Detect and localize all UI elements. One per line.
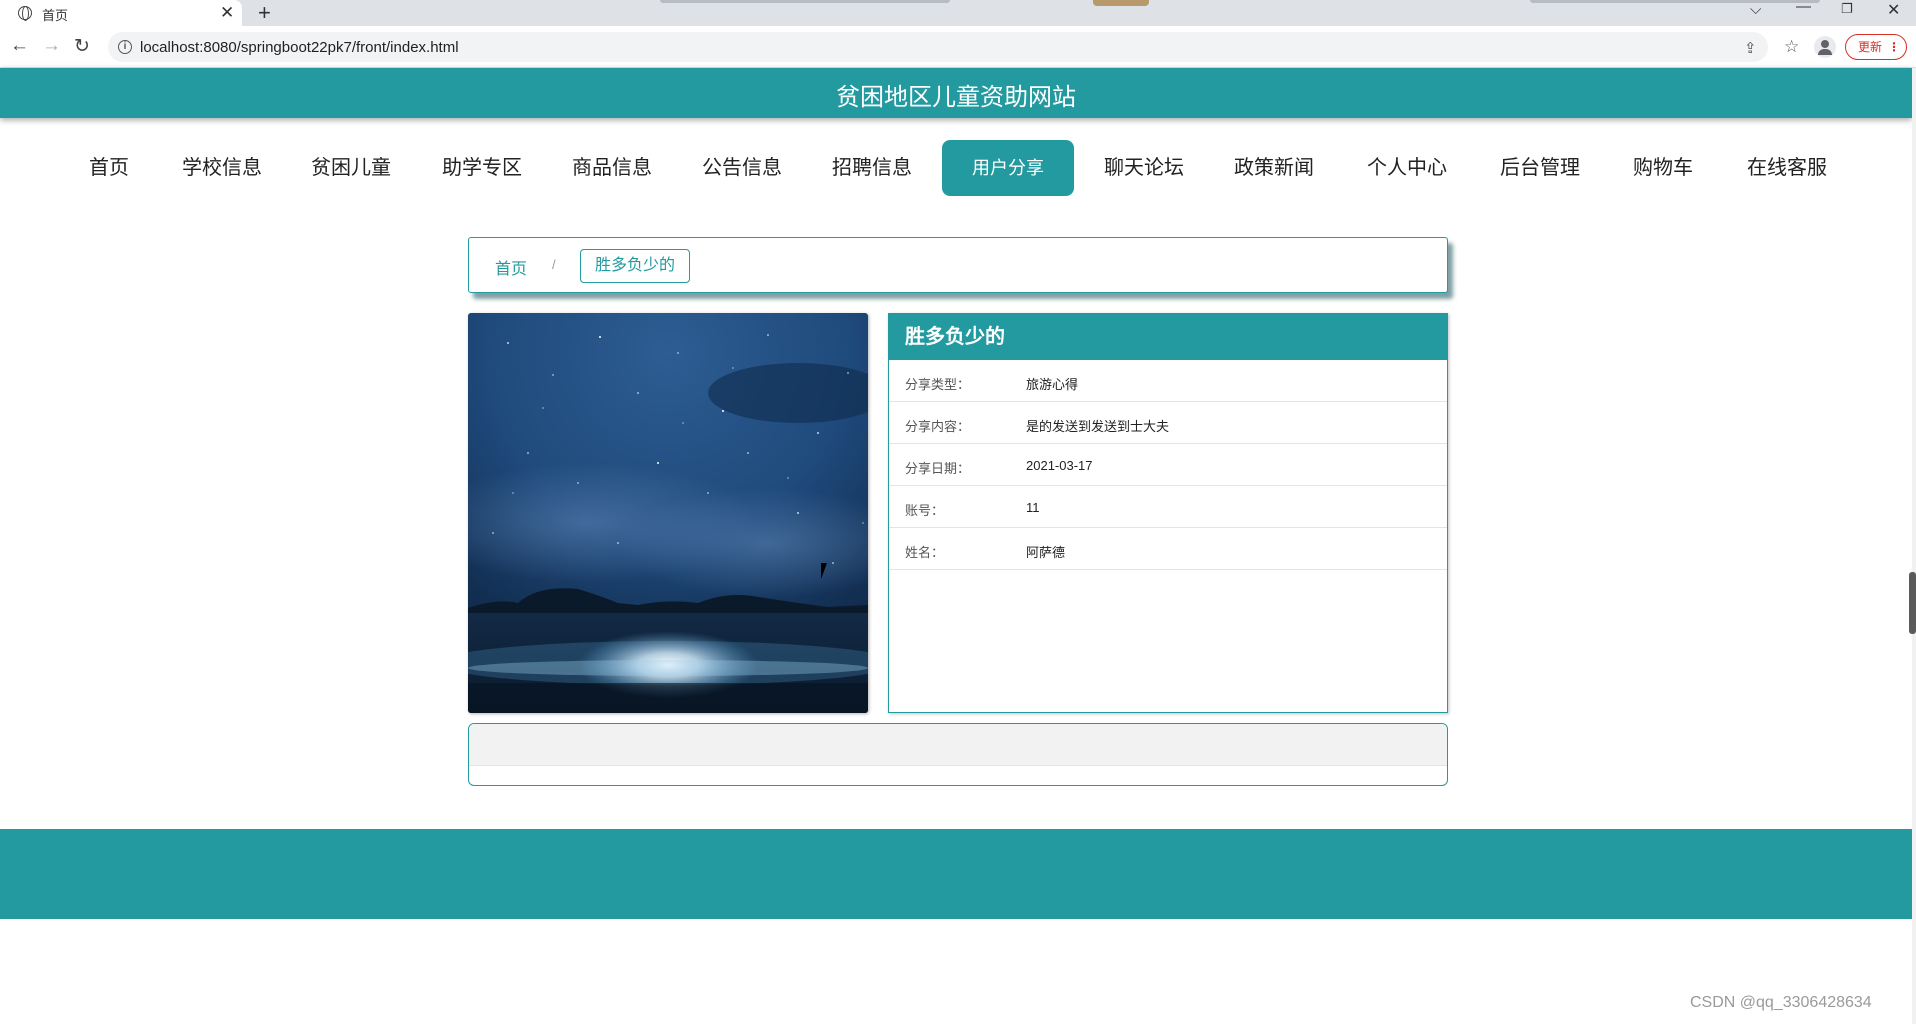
url-input[interactable]: i localhost:8080/springboot22pk7/front/i… [108, 32, 1799, 62]
reload-icon[interactable]: ↻ [74, 35, 90, 58]
detail-row-name: 姓名： 阿萨德 [889, 528, 1447, 570]
nav-item-home[interactable]: 首页 [89, 140, 129, 196]
new-tab-icon[interactable]: + [258, 0, 271, 26]
share-detail-panel: 胜多负少的 分享类型： 旅游心得 分享内容： 是的发送到发送到士大夫 分享日期：… [888, 313, 1448, 713]
breadcrumb: 首页 / 胜多负少的 [468, 237, 1448, 293]
menu-dots-icon: ⋮ [1888, 40, 1900, 54]
nav-item-forum[interactable]: 聊天论坛 [1104, 140, 1184, 196]
restore-icon[interactable]: ❐ [1841, 1, 1853, 17]
nav-item-policy-news[interactable]: 政策新闻 [1234, 140, 1314, 196]
address-bar-row: ← → ↻ i localhost:8080/springboot22pk7/f… [0, 26, 1916, 68]
detail-row-share-date: 分享日期： 2021-03-17 [889, 444, 1447, 486]
watermark: CSDN @qq_3306428634 [1690, 994, 1872, 1011]
tab-strip-decoration [1530, 0, 1820, 3]
field-label: 账号： [905, 503, 945, 518]
site-title: 贫困地区儿童资助网站 [836, 84, 1076, 111]
field-label: 分享日期： [905, 461, 971, 476]
site-footer [0, 829, 1912, 919]
update-button[interactable]: 更新 ⋮ [1845, 34, 1907, 60]
share-image [468, 313, 868, 713]
detail-title: 胜多负少的 [889, 314, 1447, 360]
window-close-icon[interactable]: ✕ [1887, 0, 1900, 20]
page-scrollbar[interactable] [1912, 68, 1916, 1024]
minimize-icon[interactable]: — [1796, 0, 1811, 15]
content-panel-header [469, 724, 1447, 766]
detail-row-share-content: 分享内容： 是的发送到发送到士大夫 [889, 402, 1447, 444]
nav-item-products[interactable]: 商品信息 [572, 140, 652, 196]
main-nav: 首页 学校信息 贫困儿童 助学专区 商品信息 公告信息 招聘信息 用户分享 聊天… [0, 140, 1912, 196]
scrollbar-thumb[interactable] [1909, 572, 1916, 634]
nav-item-study-aid[interactable]: 助学专区 [442, 140, 522, 196]
breadcrumb-current[interactable]: 胜多负少的 [580, 249, 691, 283]
back-arrow-icon[interactable]: ← [10, 35, 29, 57]
tab-strip-decoration [1093, 0, 1149, 6]
field-value: 是的发送到发送到士大夫 [1026, 419, 1170, 434]
field-label: 分享类型： [905, 377, 971, 392]
detail-row-account: 账号： 11 [889, 486, 1447, 528]
nav-item-announcements[interactable]: 公告信息 [702, 140, 782, 196]
page-content: 贫困地区儿童资助网站 首页 学校信息 贫困儿童 助学专区 商品信息 公告信息 招… [0, 68, 1912, 1024]
site-header: 贫困地区儿童资助网站 [0, 68, 1912, 118]
forward-arrow-icon[interactable]: → [42, 35, 61, 57]
nav-item-admin[interactable]: 后台管理 [1500, 140, 1580, 196]
breadcrumb-home-link[interactable]: 首页 [495, 255, 527, 279]
share-icon[interactable]: ⇪ [1744, 39, 1757, 57]
nav-item-personal-center[interactable]: 个人中心 [1367, 140, 1447, 196]
mouse-cursor-icon [821, 563, 833, 579]
nav-item-online-service[interactable]: 在线客服 [1747, 140, 1827, 196]
url-text: localhost:8080/springboot22pk7/front/ind… [140, 39, 459, 56]
field-label: 分享内容： [905, 419, 971, 434]
field-value: 阿萨德 [1026, 545, 1066, 560]
field-value: 11 [1026, 500, 1040, 515]
tab-strip-decoration [660, 0, 950, 3]
nav-item-user-share[interactable]: 用户分享 [942, 140, 1074, 196]
detail-row-share-type: 分享类型： 旅游心得 [889, 360, 1447, 402]
browser-tab[interactable]: 首页 ✕ [0, 0, 242, 26]
night-sky-sea-image [468, 313, 868, 713]
tab-search-chevron-icon[interactable]: ⌵ [1750, 1, 1761, 18]
bookmark-star-icon[interactable]: ☆ [1784, 37, 1799, 57]
field-value: 旅游心得 [1026, 377, 1079, 392]
nav-item-cart[interactable]: 购物车 [1633, 140, 1693, 196]
field-value: 2021-03-17 [1026, 458, 1093, 473]
browser-tab-strip: 首页 ✕ + ⌵ — ❐ ✕ [0, 0, 1916, 26]
nav-item-recruitment[interactable]: 招聘信息 [832, 140, 912, 196]
profile-avatar-icon[interactable] [1814, 36, 1836, 58]
nav-item-poor-children[interactable]: 贫困儿童 [311, 140, 391, 196]
update-label: 更新 [1858, 40, 1883, 54]
tab-close-icon[interactable]: ✕ [220, 3, 234, 23]
globe-icon [18, 6, 32, 21]
breadcrumb-separator: / [552, 257, 556, 272]
field-label: 姓名： [905, 545, 945, 560]
nav-item-school-info[interactable]: 学校信息 [182, 140, 262, 196]
site-info-icon[interactable]: i [118, 40, 132, 54]
content-panel [468, 723, 1448, 786]
tab-title: 首页 [42, 8, 69, 23]
